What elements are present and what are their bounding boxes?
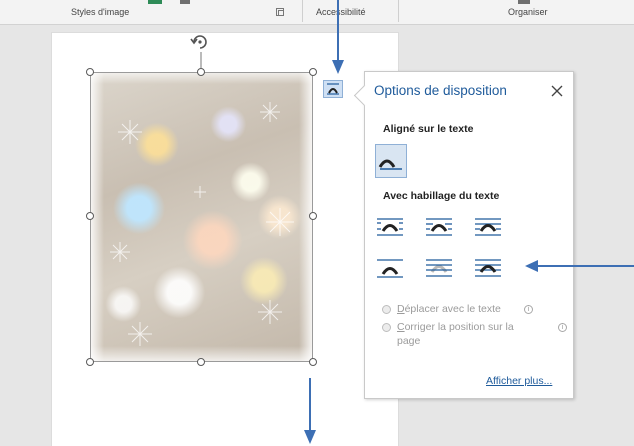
wrap-through-icon: [475, 218, 501, 236]
resize-handle-bottom[interactable]: [197, 358, 205, 366]
group-separator: [398, 0, 399, 22]
resize-handle-right[interactable]: [309, 212, 317, 220]
selected-picture[interactable]: [90, 72, 313, 362]
fix-position-radio[interactable]: [382, 323, 391, 332]
wrap-in-front-of-text-icon: [475, 259, 501, 277]
group-separator: [302, 0, 303, 22]
wrap-top-bottom-option[interactable]: [376, 256, 404, 280]
resize-handle-top-left[interactable]: [86, 68, 94, 76]
panel-title: Options de disposition: [374, 83, 507, 98]
wrapping-heading: Avec habillage du texte: [383, 190, 500, 202]
move-with-text-row[interactable]: Déplacer avec le texte i: [382, 303, 562, 318]
info-icon[interactable]: i: [558, 323, 567, 332]
wrap-behind-text-icon: [426, 259, 452, 277]
move-with-text-label: Déplacer avec le texte: [397, 303, 501, 315]
wrap-behind-option[interactable]: [425, 256, 453, 280]
resize-handle-bottom-left[interactable]: [86, 358, 94, 366]
resize-handle-top-right[interactable]: [309, 68, 317, 76]
wrap-inline-with-text-icon: [378, 159, 402, 170]
fix-position-label-line2: page: [397, 335, 421, 347]
wrap-in-front-option[interactable]: [474, 256, 502, 280]
show-more-link[interactable]: Afficher plus...: [486, 375, 552, 387]
ribbon: Styles d'image Accessibilité Organiser: [0, 0, 634, 25]
wrap-through-option[interactable]: [474, 215, 502, 239]
layout-options-panel: Options de disposition Aligné sur le tex…: [353, 71, 574, 399]
picture-effects-icon[interactable]: [148, 0, 162, 4]
fix-position-label: Corriger la position sur la: [397, 321, 514, 333]
wrap-square-option[interactable]: [376, 215, 404, 239]
close-icon[interactable]: [551, 85, 563, 97]
rotate-handle-stem: [200, 52, 202, 68]
picture-layout-icon[interactable]: [180, 0, 190, 4]
move-with-text-radio[interactable]: [382, 305, 391, 314]
resize-handle-top[interactable]: [197, 68, 205, 76]
layout-options-icon: [327, 83, 339, 95]
snowflake-decoration: [110, 102, 294, 346]
wrap-tight-option[interactable]: [425, 215, 453, 239]
rotate-handle-icon[interactable]: [189, 30, 211, 52]
info-icon[interactable]: i: [524, 305, 533, 314]
fix-position-row[interactable]: Corriger la position sur la page i: [382, 321, 572, 352]
group-label-arrange: Organiser: [508, 7, 548, 17]
layout-options-button[interactable]: [323, 80, 343, 98]
wrap-square-icon: [377, 218, 403, 236]
wrap-top-and-bottom-icon: [377, 259, 403, 278]
inline-heading: Aligné sur le texte: [383, 123, 474, 135]
group-label-picture-styles: Styles d'image: [71, 7, 130, 17]
arrange-icon[interactable]: [518, 0, 530, 4]
resize-handle-bottom-right[interactable]: [309, 358, 317, 366]
wrap-tight-icon: [426, 218, 452, 236]
group-label-accessibility: Accessibilité: [316, 7, 366, 17]
resize-handle-left[interactable]: [86, 212, 94, 220]
dialog-launcher-icon[interactable]: [276, 8, 284, 16]
wrap-inline-option[interactable]: [375, 144, 407, 178]
